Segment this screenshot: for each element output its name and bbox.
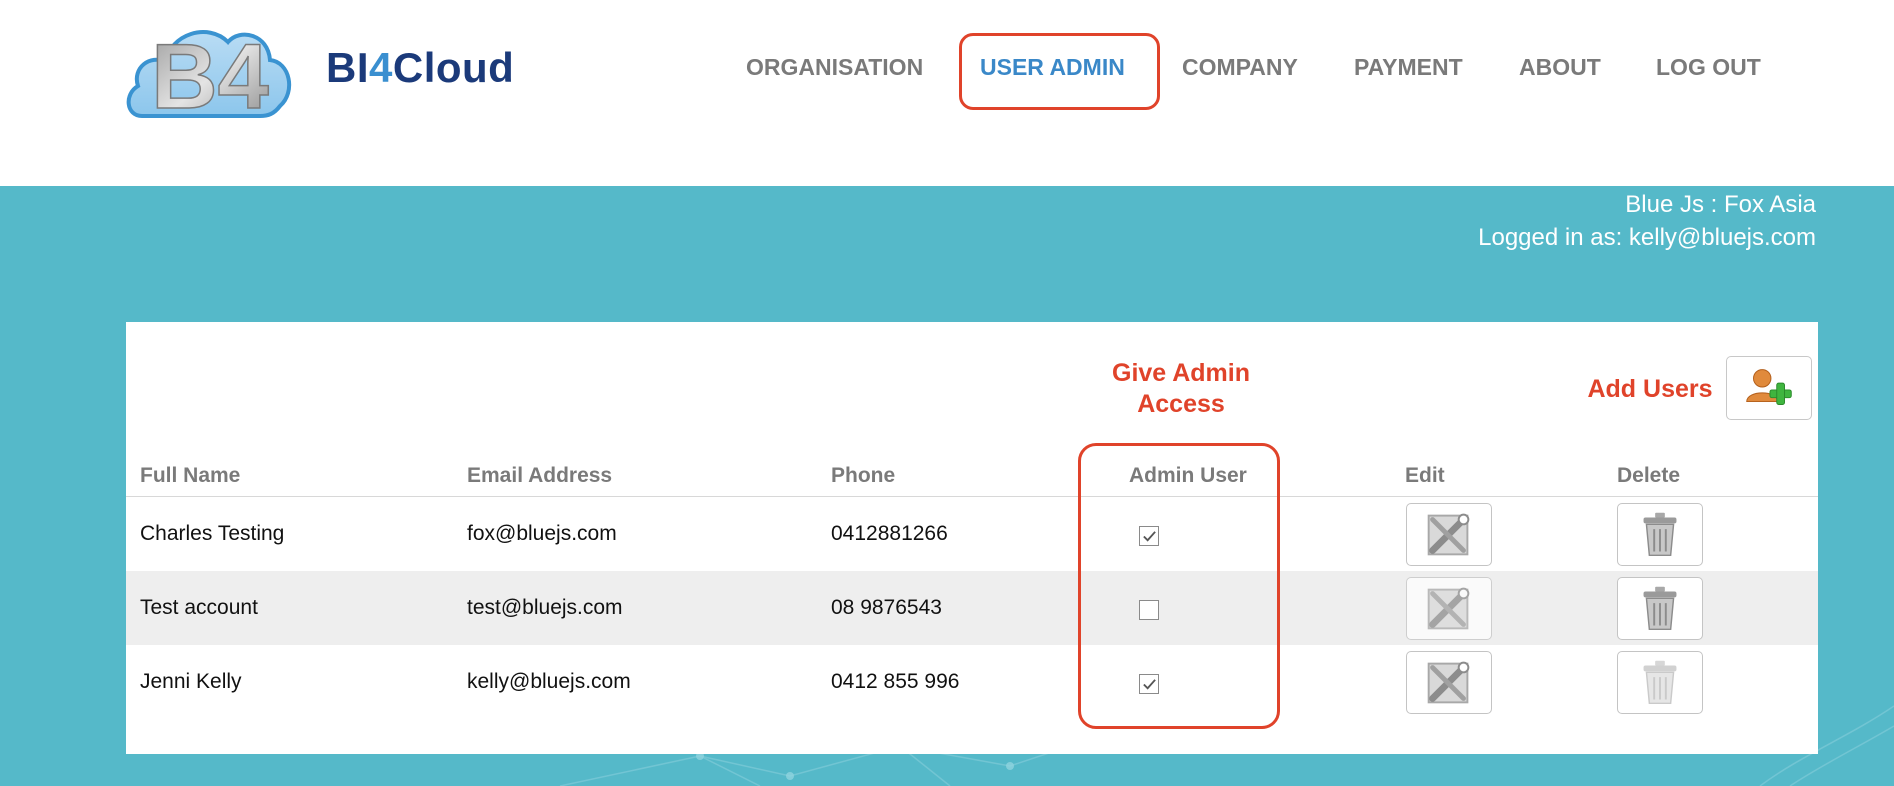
brand-name[interactable]: BI4Cloud bbox=[326, 44, 514, 92]
cell-email: kelly@bluejs.com bbox=[467, 670, 631, 693]
table-row: Charles Testing fox@bluejs.com 041288126… bbox=[126, 497, 1818, 571]
cell-phone: 0412 855 996 bbox=[831, 670, 960, 693]
user-admin-panel: Give Admin Access Add Users Full Name Em… bbox=[126, 322, 1818, 754]
site-header: B4 BI4Cloud ORGANISATION USER ADMIN COMP… bbox=[0, 0, 1894, 186]
col-header-phone: Phone bbox=[831, 464, 896, 487]
cloud-logo-icon[interactable]: B4 bbox=[124, 20, 296, 122]
give-admin-line2: Access bbox=[1137, 390, 1225, 418]
nav-company[interactable]: COMPANY bbox=[1182, 54, 1298, 81]
user-admin-highlight bbox=[959, 33, 1160, 110]
add-users-annotation: Add Users bbox=[1587, 375, 1713, 403]
nav-about[interactable]: ABOUT bbox=[1519, 54, 1601, 81]
trash-icon bbox=[1643, 586, 1677, 631]
cell-phone: 08 9876543 bbox=[831, 596, 942, 619]
svg-text:B4: B4 bbox=[151, 26, 269, 122]
col-header-delete: Delete bbox=[1617, 464, 1681, 487]
cell-email: fox@bluejs.com bbox=[467, 522, 617, 545]
col-header-edit: Edit bbox=[1405, 464, 1445, 487]
logged-in-label: Logged in as: kelly@bluejs.com bbox=[1478, 224, 1816, 251]
organisation-label: Blue Js : Fox Asia bbox=[1625, 191, 1816, 218]
brand-name-four: 4 bbox=[369, 44, 393, 91]
cell-email: test@bluejs.com bbox=[467, 596, 623, 619]
table-row: Test account test@bluejs.com 08 9876543 bbox=[126, 571, 1818, 645]
edit-button[interactable] bbox=[1406, 503, 1492, 566]
table-row: Jenni Kelly kelly@bluejs.com 0412 855 99… bbox=[126, 645, 1818, 719]
give-admin-line1: Give Admin bbox=[1112, 359, 1250, 387]
delete-button[interactable] bbox=[1617, 503, 1703, 566]
edit-button[interactable] bbox=[1406, 577, 1492, 640]
nav-log-out[interactable]: LOG OUT bbox=[1656, 54, 1761, 81]
add-user-icon bbox=[1746, 369, 1792, 405]
col-header-email: Email Address bbox=[467, 464, 613, 487]
delete-button-disabled bbox=[1617, 651, 1703, 714]
nav-organisation[interactable]: ORGANISATION bbox=[746, 54, 923, 81]
admin-column-highlight bbox=[1078, 443, 1280, 729]
wrench-edit-icon bbox=[1427, 587, 1470, 630]
wrench-edit-icon bbox=[1427, 661, 1470, 704]
trash-icon bbox=[1643, 660, 1677, 705]
brand-name-suffix: Cloud bbox=[392, 44, 515, 91]
brand-name-prefix: BI bbox=[326, 44, 369, 91]
cell-full-name: Charles Testing bbox=[140, 522, 285, 545]
cell-full-name: Test account bbox=[140, 596, 258, 619]
trash-icon bbox=[1643, 512, 1677, 557]
wrench-edit-icon bbox=[1427, 513, 1470, 556]
delete-button[interactable] bbox=[1617, 577, 1703, 640]
col-header-full-name: Full Name bbox=[140, 464, 241, 487]
nav-payment[interactable]: PAYMENT bbox=[1354, 54, 1463, 81]
cell-phone: 0412881266 bbox=[831, 522, 948, 545]
give-admin-annotation: Give Admin Access bbox=[1056, 358, 1306, 420]
edit-button[interactable] bbox=[1406, 651, 1492, 714]
cell-full-name: Jenni Kelly bbox=[140, 670, 242, 693]
add-user-button[interactable] bbox=[1726, 356, 1812, 420]
